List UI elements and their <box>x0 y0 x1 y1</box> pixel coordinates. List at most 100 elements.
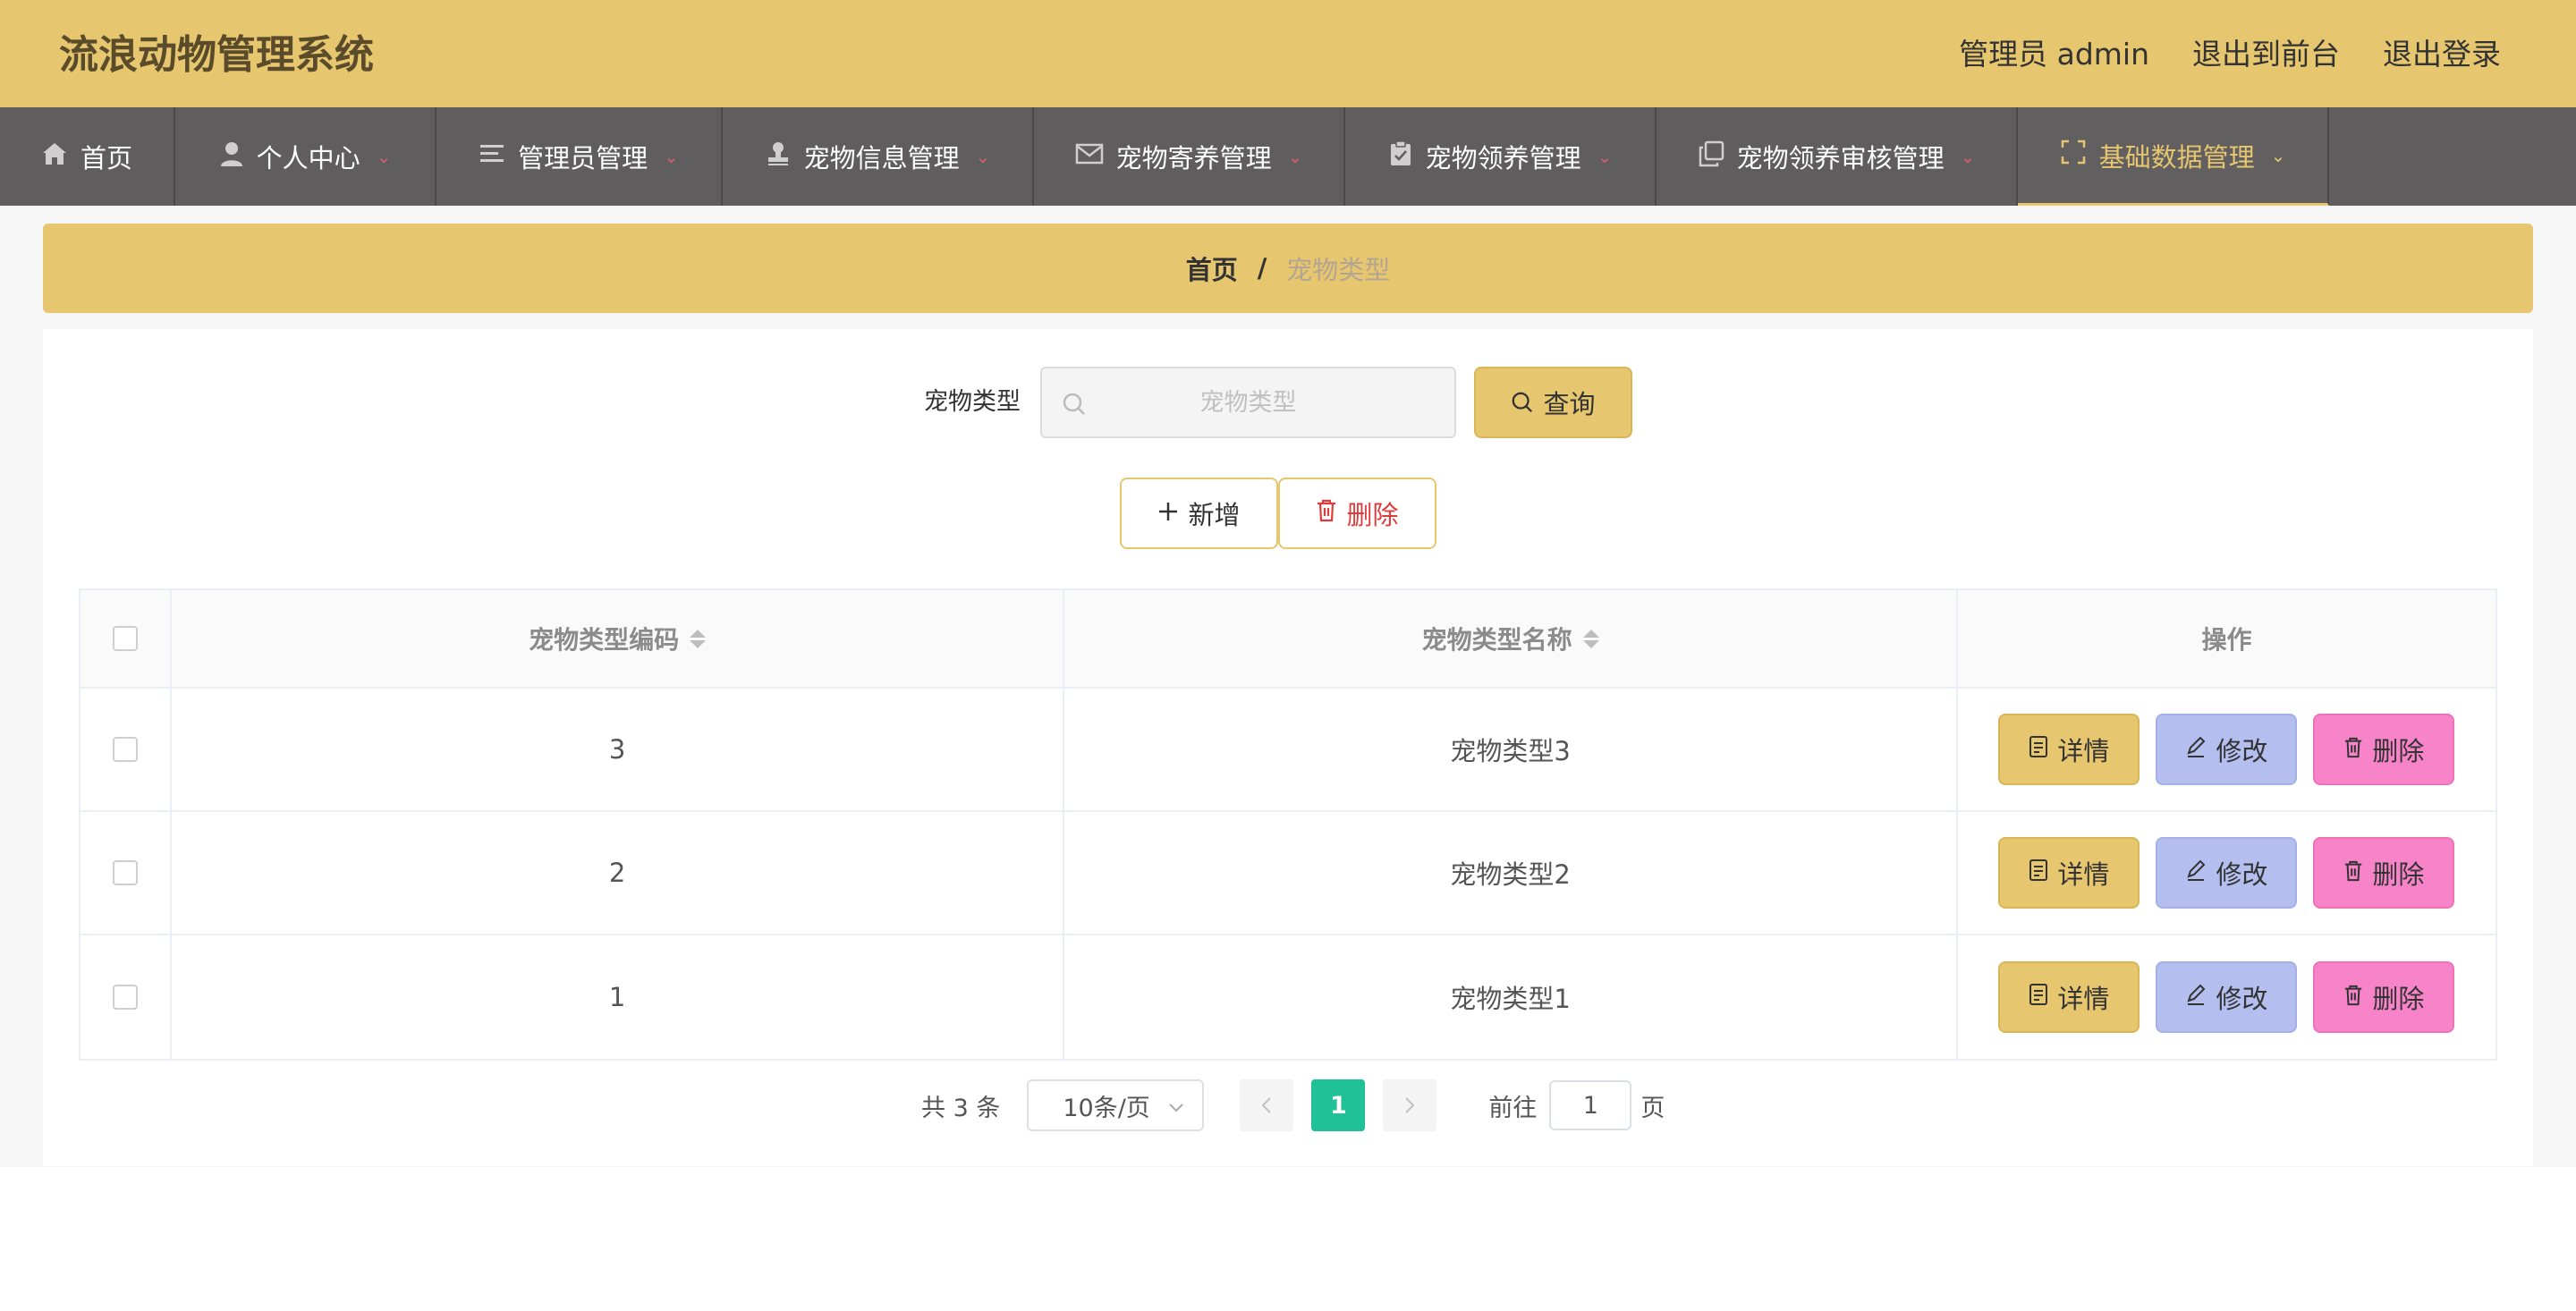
edit-button[interactable]: 修改 <box>2156 961 2298 1033</box>
cell-name: 宠物类型3 <box>1064 689 1958 810</box>
chevron-down-icon: ⌄ <box>975 146 991 167</box>
nav-label: 首页 <box>80 143 132 173</box>
column-header-code[interactable]: 宠物类型编码 <box>172 590 1065 687</box>
pencil-icon <box>2185 982 2207 1012</box>
nav-item-personal-center[interactable]: 个人中心 ⌄ <box>175 107 436 206</box>
top-header: 流浪动物管理系统 管理员 admin 退出到前台 退出登录 <box>0 0 2576 107</box>
logout-link[interactable]: 退出登录 <box>2383 32 2501 77</box>
current-user-label: 管理员 admin <box>1959 37 2149 72</box>
trash-icon <box>2343 734 2363 765</box>
column-header-actions: 操作 <box>2201 625 2252 655</box>
goto-label: 前往 <box>1488 1094 1538 1122</box>
menu-lines-icon <box>479 141 505 172</box>
row-checkbox[interactable] <box>112 737 138 762</box>
pet-type-table: 宠物类型编码 宠物类型名称 操作 3 宠物类型3 详情 修改 删除 2 宠物类型… <box>79 588 2497 1061</box>
clipboard-icon <box>1388 140 1413 173</box>
copy-icon <box>1698 140 1724 173</box>
breadcrumb-home[interactable]: 首页 <box>1186 250 1238 287</box>
edit-button[interactable]: 修改 <box>2156 837 2298 909</box>
batch-delete-button[interactable]: 删除 <box>1278 478 1436 549</box>
row-checkbox[interactable] <box>112 860 138 885</box>
nav-label: 宠物信息管理 <box>803 143 960 173</box>
page-number-current[interactable]: 1 <box>1311 1079 1366 1131</box>
delete-button[interactable]: 删除 <box>2313 961 2455 1033</box>
nav-label: 个人中心 <box>256 143 360 173</box>
document-icon <box>2029 734 2048 765</box>
top-links: 管理员 admin 退出到前台 退出登录 <box>1959 32 2501 77</box>
sort-icon[interactable] <box>1582 629 1599 648</box>
chevron-down-icon: ⌄ <box>664 146 679 167</box>
nav-label: 管理员管理 <box>518 143 648 173</box>
pencil-icon <box>2185 858 2207 888</box>
nav-label: 宠物寄养管理 <box>1115 143 1272 173</box>
document-icon <box>2029 858 2048 888</box>
chevron-down-icon: ⌄ <box>1597 146 1613 167</box>
delete-button[interactable]: 删除 <box>2313 837 2455 909</box>
breadcrumb-current: 宠物类型 <box>1286 255 1391 285</box>
pagination-total: 共 3 条 <box>921 1094 1001 1122</box>
chevron-down-icon <box>1168 1092 1184 1120</box>
detail-button[interactable]: 详情 <box>1998 961 2140 1033</box>
pet-type-search-input[interactable] <box>1042 368 1454 436</box>
exit-to-front-link[interactable]: 退出到前台 <box>2192 32 2340 77</box>
main-nav: 首页 个人中心 ⌄ 管理员管理 ⌄ 宠物信息管理 ⌄ 宠物寄养管理 ⌄ 宠物领养… <box>0 107 2576 206</box>
trash-icon <box>2343 858 2363 888</box>
nav-item-pet-info-management[interactable]: 宠物信息管理 ⌄ <box>723 107 1034 206</box>
row-checkbox[interactable] <box>112 985 138 1010</box>
chevron-down-icon: ⌄ <box>2270 144 2286 166</box>
column-header-name[interactable]: 宠物类型名称 <box>1064 590 1958 687</box>
table-row: 2 宠物类型2 详情 修改 删除 <box>80 812 2496 935</box>
query-button-label: 查询 <box>1543 389 1596 419</box>
nav-item-pet-adoption-management[interactable]: 宠物领养管理 ⌄ <box>1345 107 1657 206</box>
nav-label: 宠物领养管理 <box>1425 143 1581 173</box>
cell-code: 3 <box>172 689 1065 810</box>
goto-page-input[interactable] <box>1549 1080 1632 1130</box>
nav-item-pet-adoption-review-management[interactable]: 宠物领养审核管理 ⌄ <box>1657 107 2018 206</box>
sort-icon[interactable] <box>690 629 707 648</box>
document-icon <box>2029 982 2048 1012</box>
cell-code: 2 <box>172 812 1065 934</box>
page-size-select[interactable]: 10条/页 <box>1027 1079 1205 1131</box>
edit-button[interactable]: 修改 <box>2156 714 2298 785</box>
trash-icon <box>2343 982 2363 1012</box>
chevron-left-icon <box>1261 1097 1272 1113</box>
trash-icon <box>1316 498 1337 529</box>
add-button[interactable]: 新增 <box>1120 478 1278 549</box>
detail-button[interactable]: 详情 <box>1998 714 2140 785</box>
select-all-checkbox[interactable] <box>112 626 138 651</box>
breadcrumb-separator: / <box>1257 253 1267 283</box>
batch-delete-button-label: 删除 <box>1346 500 1399 530</box>
mail-icon <box>1075 141 1104 172</box>
add-button-label: 新增 <box>1188 500 1241 530</box>
table-row: 3 宠物类型3 详情 修改 删除 <box>80 689 2496 812</box>
detail-button[interactable]: 详情 <box>1998 837 2140 909</box>
pagination: 共 3 条 10条/页 1 前往 页 <box>921 1078 1665 1132</box>
cell-name: 宠物类型1 <box>1064 935 1958 1059</box>
chevron-down-icon: ⌄ <box>1960 146 1976 167</box>
cell-name: 宠物类型2 <box>1064 812 1958 934</box>
chevron-right-icon <box>1405 1097 1415 1113</box>
search-label: 宠物类型 <box>924 388 1021 416</box>
plus-icon <box>1157 498 1179 529</box>
fullscreen-icon <box>2060 139 2087 172</box>
chevron-down-icon: ⌄ <box>376 146 392 167</box>
nav-item-admin-management[interactable]: 管理员管理 ⌄ <box>436 107 723 206</box>
nav-item-basic-data-management[interactable]: 基础数据管理 ⌄ <box>2018 107 2329 206</box>
next-page-button[interactable] <box>1383 1079 1437 1131</box>
query-button[interactable]: 查询 <box>1474 367 1632 438</box>
app-title: 流浪动物管理系统 <box>59 32 374 78</box>
table-header-row: 宠物类型编码 宠物类型名称 操作 <box>80 590 2496 689</box>
home-icon <box>41 141 68 173</box>
table-row: 1 宠物类型1 详情 修改 删除 <box>80 935 2496 1059</box>
delete-button[interactable]: 删除 <box>2313 714 2455 785</box>
breadcrumb: 首页 / 宠物类型 <box>43 224 2533 313</box>
stamp-icon <box>765 140 792 173</box>
nav-label: 宠物领养审核管理 <box>1736 143 1945 173</box>
nav-label: 基础数据管理 <box>2098 141 2255 173</box>
cell-code: 1 <box>172 935 1065 1059</box>
user-icon <box>219 140 244 173</box>
prev-page-button[interactable] <box>1240 1079 1294 1131</box>
nav-item-pet-boarding-management[interactable]: 宠物寄养管理 ⌄ <box>1034 107 1345 206</box>
nav-item-home[interactable]: 首页 <box>0 107 175 206</box>
page-unit-label: 页 <box>1640 1094 1665 1122</box>
